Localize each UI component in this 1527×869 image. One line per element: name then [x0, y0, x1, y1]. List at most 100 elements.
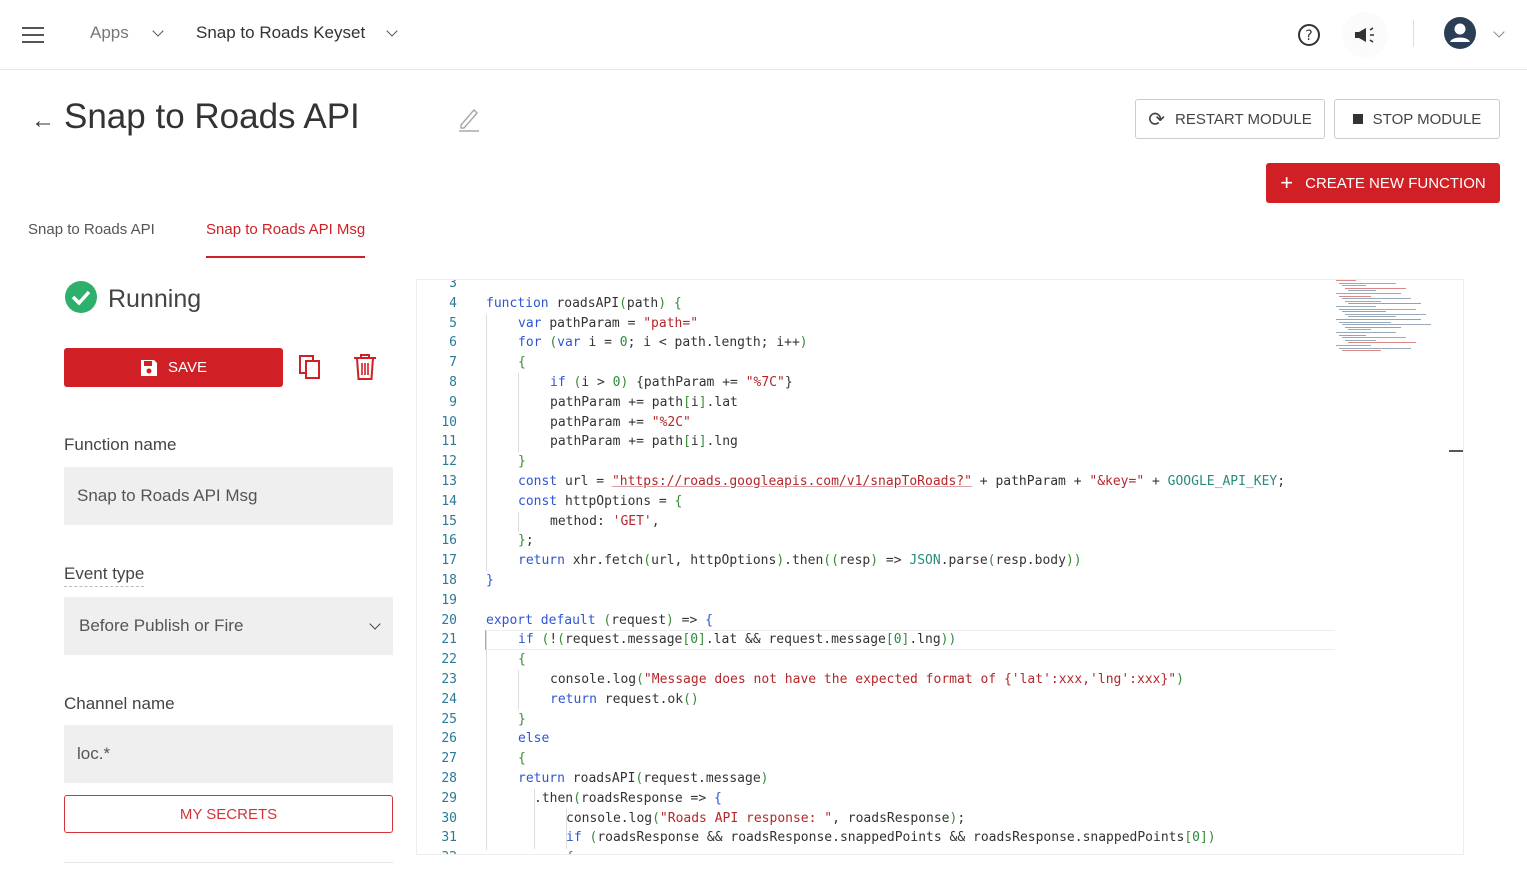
code-token: ( [619, 295, 627, 311]
code-line[interactable]: method: 'GET', [550, 512, 660, 532]
chevron-down-icon[interactable] [152, 25, 164, 37]
indent-guide [518, 670, 519, 710]
code-token: .lng [706, 434, 738, 450]
copy-icon[interactable] [298, 354, 322, 380]
indent-guide [486, 314, 487, 571]
minimap-line [1342, 285, 1366, 287]
minimap-line [1339, 295, 1371, 297]
minimap-line [1345, 326, 1401, 328]
scrollbar-thumb[interactable] [1449, 450, 1463, 452]
chevron-down-icon[interactable] [386, 25, 398, 37]
code-line[interactable]: const httpOptions = { [518, 492, 682, 512]
code-token: "%2C" [651, 414, 691, 430]
code-line[interactable]: if (!(request.message[0].lat && request.… [518, 630, 956, 650]
announcements-button[interactable] [1342, 12, 1388, 58]
code-line[interactable]: .then(roadsResponse => { [534, 789, 722, 809]
line-number: 19 [441, 592, 457, 608]
indent-guide [534, 789, 535, 849]
megaphone-icon [1355, 27, 1374, 43]
minimap[interactable] [1336, 280, 1436, 360]
code-line[interactable]: console.log("Roads API response: ", road… [566, 809, 965, 829]
minimap-line [1342, 350, 1381, 352]
event-type-select[interactable]: Before Publish or Fire [64, 597, 393, 655]
code-token: .lng [909, 632, 941, 648]
help-icon[interactable]: ? [1297, 23, 1321, 47]
trash-icon[interactable] [353, 353, 377, 381]
code-line[interactable]: pathParam += path[i].lat [550, 393, 738, 413]
code-line[interactable]: { [566, 848, 574, 854]
code-token: i > [581, 375, 613, 390]
menu-icon[interactable] [22, 27, 44, 43]
code-line[interactable]: export default (request) => { [486, 611, 713, 631]
code-token: roadsAPI [572, 771, 636, 786]
code-token: ) [870, 553, 879, 569]
line-number: 18 [441, 573, 457, 588]
code-line[interactable]: if (roadsResponse && roadsResponse.snapp… [566, 828, 1216, 848]
stop-label: STOP MODULE [1372, 110, 1482, 128]
minimap-line [1345, 300, 1381, 302]
check-circle-icon [65, 281, 97, 313]
code-token: ; [1277, 474, 1286, 489]
code-token: ( [652, 810, 660, 826]
chevron-down-icon[interactable] [1493, 26, 1505, 38]
keyset-selector[interactable]: Snap to Roads Keyset [196, 23, 365, 43]
code-token: .then [534, 790, 574, 806]
avatar[interactable] [1444, 17, 1476, 49]
code-line[interactable]: for (var i = 0; i < path.length; i++) [518, 333, 808, 353]
code-editor[interactable]: 3 4 function roadsAPI(path) {5 var pathPara… [416, 279, 1464, 855]
stop-module-button[interactable]: STOP MODULE [1334, 99, 1500, 139]
code-line[interactable]: return roadsAPI(request.message) [518, 769, 768, 789]
channel-name-input[interactable]: loc.* [64, 725, 393, 783]
code-token: ( [573, 790, 581, 806]
code-line[interactable]: console.log("Message does not have the e… [550, 670, 1184, 690]
code-line[interactable]: { [518, 353, 526, 373]
restart-module-button[interactable]: ⟳ RESTART MODULE [1135, 99, 1325, 139]
code-token: ] [698, 632, 706, 648]
minimap-line [1336, 319, 1421, 320]
my-secrets-button[interactable]: MY SECRETS [64, 795, 393, 833]
code-line[interactable]: { [518, 749, 526, 769]
code-line[interactable]: } [518, 452, 526, 472]
code-token: console.log [566, 810, 653, 826]
code-line[interactable]: var pathParam = "path=" [518, 314, 698, 334]
code-token: ]) [1199, 830, 1216, 846]
minimap-line [1342, 298, 1411, 300]
code-line[interactable]: else [518, 729, 549, 749]
edit-pencil-icon[interactable] [457, 105, 481, 133]
back-arrow-icon[interactable]: ← [31, 107, 55, 135]
code-line[interactable]: if (i > 0) {pathParam += "%7C"} [550, 373, 793, 393]
code-token: var [557, 335, 589, 351]
code-line[interactable]: { [518, 650, 526, 670]
code-token: [ [885, 632, 894, 648]
code-line[interactable]: return xhr.fetch(url, httpOptions).then(… [518, 551, 1082, 571]
code-line[interactable]: return request.ok() [550, 690, 699, 710]
function-name-input[interactable]: Snap to Roads API Msg [64, 467, 393, 525]
code-line[interactable]: pathParam += path[i].lng [550, 432, 738, 452]
line-number: 12 [441, 454, 457, 470]
code-line[interactable]: const url = "https://roads.googleapis.co… [518, 472, 1285, 492]
code-token: , roadsResponse [832, 810, 950, 826]
minimap-line [1339, 321, 1391, 323]
code-token: for [518, 335, 550, 351]
code-token: method: [550, 513, 613, 529]
code-token: .lat && request.message [705, 632, 886, 648]
minimap-line [1348, 329, 1371, 331]
code-line[interactable]: } [518, 710, 526, 730]
code-line[interactable]: }; [518, 531, 534, 551]
tab-snap-to-roads-api-msg[interactable]: Snap to Roads API Msg [206, 221, 366, 258]
code-token: i [690, 394, 699, 410]
apps-menu[interactable]: Apps [90, 23, 129, 43]
line-number: 6 [449, 335, 457, 351]
code-token: ( [557, 632, 565, 648]
code-line[interactable]: } [486, 571, 494, 591]
plus-icon: + [1280, 170, 1294, 195]
create-new-function-button[interactable]: + CREATE NEW FUNCTION [1266, 163, 1500, 203]
line-number: 13 [441, 474, 457, 489]
code-token: "&key=" [1089, 474, 1145, 489]
code-line[interactable]: pathParam += "%2C" [550, 413, 691, 433]
save-button[interactable]: SAVE [64, 348, 283, 387]
tab-snap-to-roads-api[interactable]: Snap to Roads API [28, 221, 155, 238]
line-number: 8 [449, 375, 457, 390]
code-line[interactable]: function roadsAPI(path) { [486, 294, 682, 314]
minimap-line [1345, 313, 1426, 315]
